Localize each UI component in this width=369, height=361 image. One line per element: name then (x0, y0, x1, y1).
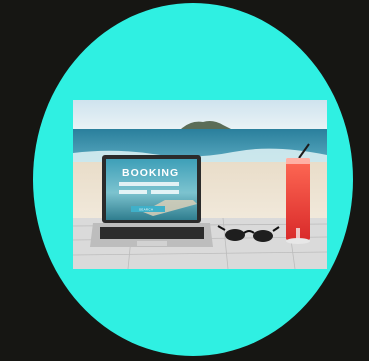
drink-foam (286, 158, 310, 164)
laptop-keyboard (100, 227, 204, 239)
booking-field-2 (119, 190, 147, 194)
beach-workspace-photo: BOOKING SEARCH (73, 100, 327, 269)
booking-field-1 (119, 182, 179, 186)
glass-base (286, 238, 310, 244)
red-cocktail (286, 143, 310, 244)
booking-search-label: SEARCH (139, 207, 153, 211)
laptop-trackpad (137, 241, 167, 246)
photo-scene: BOOKING SEARCH (73, 100, 327, 269)
booking-field-3 (151, 190, 179, 194)
laptop: BOOKING SEARCH (90, 155, 213, 247)
booking-title: BOOKING (122, 167, 179, 179)
drink-glass (286, 158, 310, 240)
